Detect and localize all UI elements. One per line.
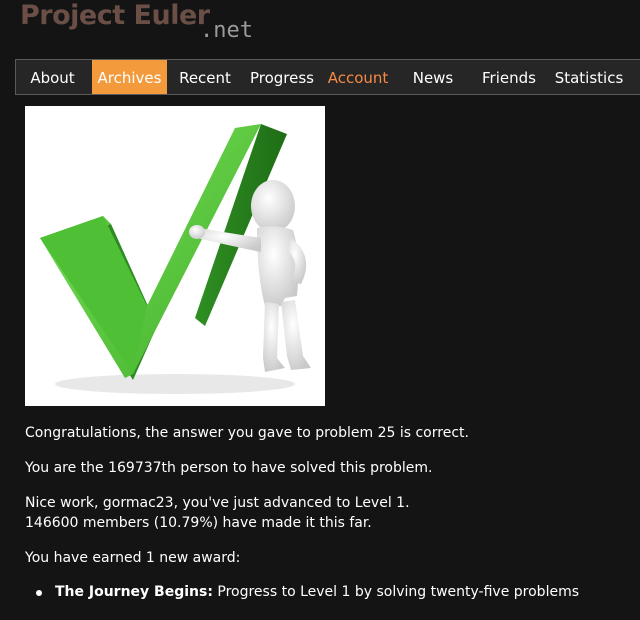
success-image bbox=[25, 106, 325, 406]
nav-item-friends[interactable]: Friends bbox=[476, 60, 542, 94]
nav-item-statistics[interactable]: Statistics bbox=[549, 60, 629, 94]
award-title: The Journey Begins: bbox=[55, 584, 213, 600]
award-intro: You have earned 1 new award: bbox=[25, 550, 241, 566]
main-nav: About Archives Recent Progress Account N… bbox=[15, 59, 640, 95]
members-message: 146600 members (10.79%) have made it thi… bbox=[25, 515, 372, 531]
checkmark-figure-icon bbox=[40, 124, 311, 394]
rank-message: You are the 169737th person to have solv… bbox=[25, 460, 433, 476]
level-up-message: Nice work, gormac23, you've just advance… bbox=[25, 495, 410, 511]
award-item: The Journey Begins: Progress to Level 1 … bbox=[25, 582, 579, 602]
logo-title: Project Euler bbox=[20, 0, 210, 31]
nav-item-progress[interactable]: Progress bbox=[244, 60, 320, 94]
congrats-message: Congratulations, the answer you gave to … bbox=[25, 425, 469, 441]
nav-item-account[interactable]: Account bbox=[324, 60, 392, 94]
nav-item-archives[interactable]: Archives bbox=[92, 60, 167, 94]
bullet-icon bbox=[36, 590, 42, 596]
awards-list: The Journey Begins: Progress to Level 1 … bbox=[25, 582, 579, 602]
logo-suffix: .net bbox=[200, 18, 253, 43]
award-description: Progress to Level 1 by solving twenty-fi… bbox=[212, 584, 580, 600]
nav-item-about[interactable]: About bbox=[16, 60, 89, 94]
nav-item-news[interactable]: News bbox=[407, 60, 459, 94]
nav-item-recent[interactable]: Recent bbox=[173, 60, 237, 94]
